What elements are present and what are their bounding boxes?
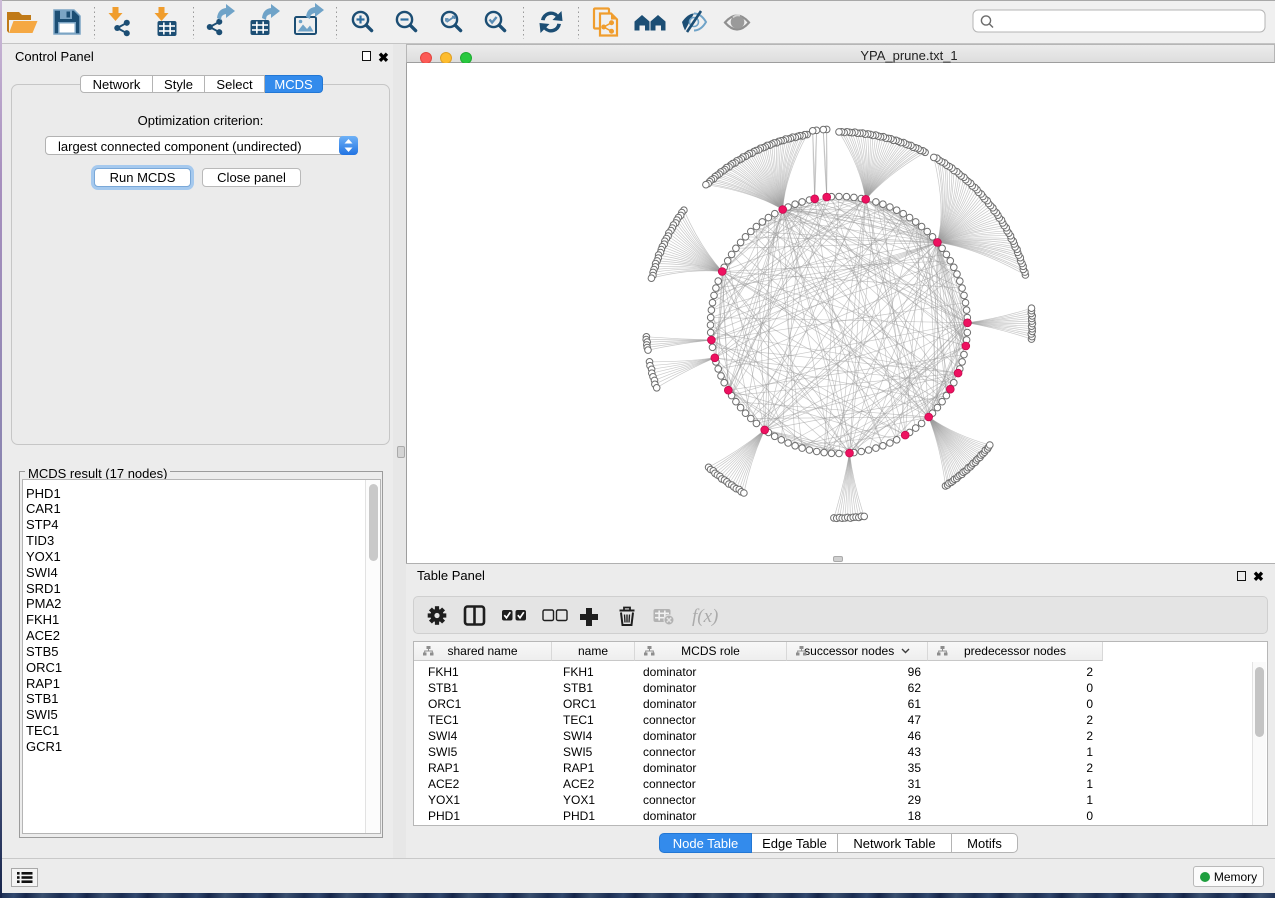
svg-text:f(x): f(x) xyxy=(692,606,718,627)
